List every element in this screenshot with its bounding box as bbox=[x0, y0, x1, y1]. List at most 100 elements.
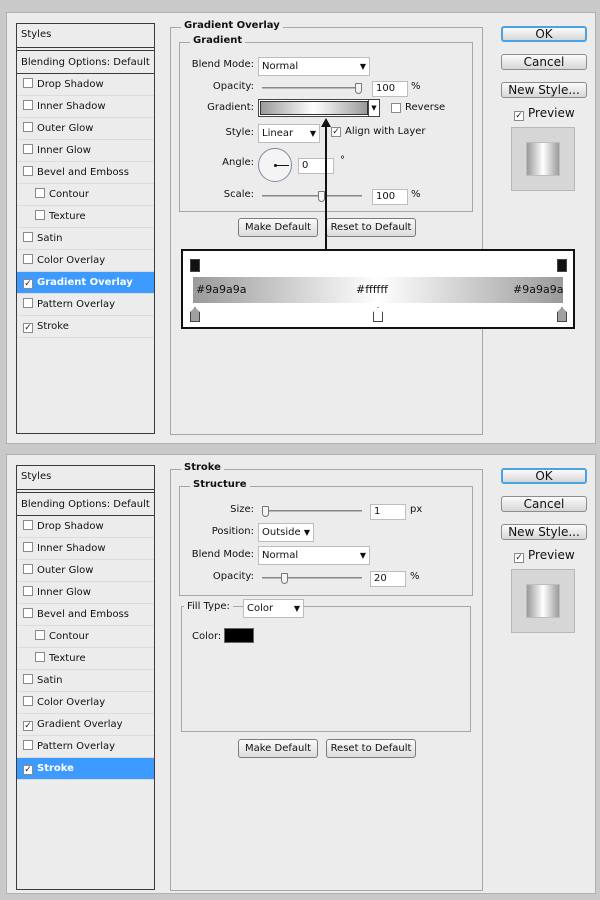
style-checkbox[interactable] bbox=[23, 78, 33, 88]
style-item-inner-glow[interactable]: Inner Glow bbox=[17, 582, 154, 604]
style-checkbox[interactable] bbox=[23, 740, 33, 750]
chevron-down-icon[interactable]: ▼ bbox=[368, 100, 379, 116]
color-stop-label-left: #9a9a9a bbox=[196, 283, 247, 296]
stroke-color-swatch[interactable] bbox=[224, 628, 254, 643]
reset-to-default-button[interactable]: Reset to Default bbox=[326, 739, 416, 758]
style-checkbox[interactable] bbox=[23, 542, 33, 552]
style-checkbox[interactable] bbox=[23, 144, 33, 154]
gradient-picker[interactable]: ▼ bbox=[258, 99, 380, 117]
ok-button[interactable]: OK bbox=[501, 26, 587, 42]
style-checkbox[interactable] bbox=[23, 674, 33, 684]
style-checkbox[interactable] bbox=[23, 166, 33, 176]
style-item-drop-shadow[interactable]: Drop Shadow bbox=[17, 516, 154, 538]
style-checkbox[interactable] bbox=[23, 564, 33, 574]
style-select[interactable]: Linear ▼ bbox=[258, 124, 320, 143]
style-checkbox[interactable] bbox=[23, 520, 33, 530]
make-default-button[interactable]: Make Default bbox=[238, 218, 318, 237]
ok-button[interactable]: OK bbox=[501, 468, 587, 484]
style-checkbox[interactable]: ✓ bbox=[23, 765, 33, 775]
blend-mode-select[interactable]: Normal ▼ bbox=[258, 57, 370, 76]
color-stop-right[interactable] bbox=[557, 307, 567, 322]
cancel-button[interactable]: Cancel bbox=[501, 496, 587, 512]
style-item-inner-glow[interactable]: Inner Glow bbox=[17, 140, 154, 162]
opacity-input[interactable]: 20 bbox=[370, 571, 406, 587]
scale-input[interactable]: 100 bbox=[372, 189, 408, 205]
opacity-stop-right[interactable] bbox=[557, 259, 567, 272]
size-slider[interactable] bbox=[262, 506, 362, 517]
scale-slider-thumb[interactable] bbox=[318, 191, 325, 202]
style-checkbox[interactable] bbox=[23, 586, 33, 596]
reverse-checkbox[interactable] bbox=[391, 103, 401, 113]
preview-checkbox[interactable]: ✓ bbox=[514, 111, 524, 121]
style-item-satin[interactable]: Satin bbox=[17, 670, 154, 692]
size-slider-thumb[interactable] bbox=[262, 506, 269, 517]
style-checkbox[interactable] bbox=[23, 608, 33, 618]
color-stop-left[interactable] bbox=[190, 307, 200, 322]
opacity-slider[interactable] bbox=[262, 573, 362, 584]
style-item-contour[interactable]: Contour bbox=[17, 626, 154, 648]
fill-type-select[interactable]: Color ▼ bbox=[243, 599, 304, 618]
styles-header[interactable]: Styles bbox=[17, 24, 154, 48]
make-default-button[interactable]: Make Default bbox=[238, 739, 318, 758]
color-stop-mid[interactable] bbox=[373, 307, 383, 322]
opacity-slider[interactable] bbox=[262, 83, 362, 94]
opacity-input[interactable]: 100 bbox=[372, 81, 408, 97]
reset-to-default-button[interactable]: Reset to Default bbox=[326, 218, 416, 237]
style-item-gradient-overlay[interactable]: ✓ Gradient Overlay bbox=[17, 272, 154, 294]
style-checkbox[interactable]: ✓ bbox=[23, 279, 33, 289]
angle-dial[interactable] bbox=[258, 148, 292, 182]
style-item-pattern-overlay[interactable]: Pattern Overlay bbox=[17, 294, 154, 316]
angle-dial-center bbox=[274, 164, 277, 167]
style-item-texture[interactable]: Texture bbox=[17, 648, 154, 670]
style-checkbox[interactable] bbox=[35, 210, 45, 220]
style-item-inner-shadow[interactable]: Inner Shadow bbox=[17, 96, 154, 118]
style-checkbox[interactable] bbox=[23, 100, 33, 110]
align-with-layer-checkbox[interactable]: ✓ bbox=[331, 127, 341, 137]
style-checkbox[interactable] bbox=[23, 254, 33, 264]
style-item-color-overlay[interactable]: Color Overlay bbox=[17, 250, 154, 272]
size-unit: px bbox=[410, 504, 423, 515]
style-checkbox[interactable] bbox=[23, 696, 33, 706]
position-select[interactable]: Outside ▼ bbox=[258, 523, 314, 542]
opacity-stop-left[interactable] bbox=[190, 259, 200, 272]
style-item-outer-glow[interactable]: Outer Glow bbox=[17, 560, 154, 582]
style-item-drop-shadow[interactable]: Drop Shadow bbox=[17, 74, 154, 96]
style-checkbox[interactable] bbox=[35, 652, 45, 662]
style-checkbox[interactable] bbox=[35, 630, 45, 640]
styles-list: Styles Blending Options: Default Drop Sh… bbox=[16, 23, 155, 434]
style-item-color-overlay[interactable]: Color Overlay bbox=[17, 692, 154, 714]
style-item-texture[interactable]: Texture bbox=[17, 206, 154, 228]
scale-slider[interactable] bbox=[262, 191, 362, 202]
style-item-bevel-and-emboss[interactable]: Bevel and Emboss bbox=[17, 162, 154, 184]
size-input[interactable]: 1 bbox=[370, 504, 406, 520]
style-checkbox[interactable] bbox=[23, 298, 33, 308]
style-item-inner-shadow[interactable]: Inner Shadow bbox=[17, 538, 154, 560]
opacity-slider-thumb[interactable] bbox=[281, 573, 288, 584]
style-item-stroke[interactable]: ✓ Stroke bbox=[17, 316, 154, 338]
blending-options-item[interactable]: Blending Options: Default bbox=[17, 50, 154, 74]
style-checkbox[interactable]: ✓ bbox=[23, 721, 33, 731]
style-item-contour[interactable]: Contour bbox=[17, 184, 154, 206]
style-checkbox[interactable]: ✓ bbox=[23, 323, 33, 333]
cancel-button[interactable]: Cancel bbox=[501, 54, 587, 70]
blend-mode-select[interactable]: Normal ▼ bbox=[258, 546, 370, 565]
style-item-bevel-and-emboss[interactable]: Bevel and Emboss bbox=[17, 604, 154, 626]
blending-options-item[interactable]: Blending Options: Default bbox=[17, 492, 154, 516]
preview-toggle[interactable]: ✓ Preview bbox=[514, 548, 575, 563]
style-item-outer-glow[interactable]: Outer Glow bbox=[17, 118, 154, 140]
styles-header[interactable]: Styles bbox=[17, 466, 154, 490]
opacity-slider-thumb[interactable] bbox=[355, 83, 362, 94]
style-item-stroke[interactable]: ✓ Stroke bbox=[17, 758, 154, 780]
style-item-satin[interactable]: Satin bbox=[17, 228, 154, 250]
style-checkbox[interactable] bbox=[35, 188, 45, 198]
angle-input[interactable]: 0 bbox=[298, 158, 334, 174]
style-checkbox[interactable] bbox=[23, 122, 33, 132]
preview-toggle[interactable]: ✓ Preview bbox=[514, 106, 575, 121]
style-checkbox[interactable] bbox=[23, 232, 33, 242]
style-item-gradient-overlay[interactable]: ✓ Gradient Overlay bbox=[17, 714, 154, 736]
new-style-button[interactable]: New Style... bbox=[501, 524, 587, 540]
new-style-button[interactable]: New Style... bbox=[501, 82, 587, 98]
gradient-swatch[interactable] bbox=[260, 101, 368, 115]
preview-checkbox[interactable]: ✓ bbox=[514, 553, 524, 563]
style-item-pattern-overlay[interactable]: Pattern Overlay bbox=[17, 736, 154, 758]
